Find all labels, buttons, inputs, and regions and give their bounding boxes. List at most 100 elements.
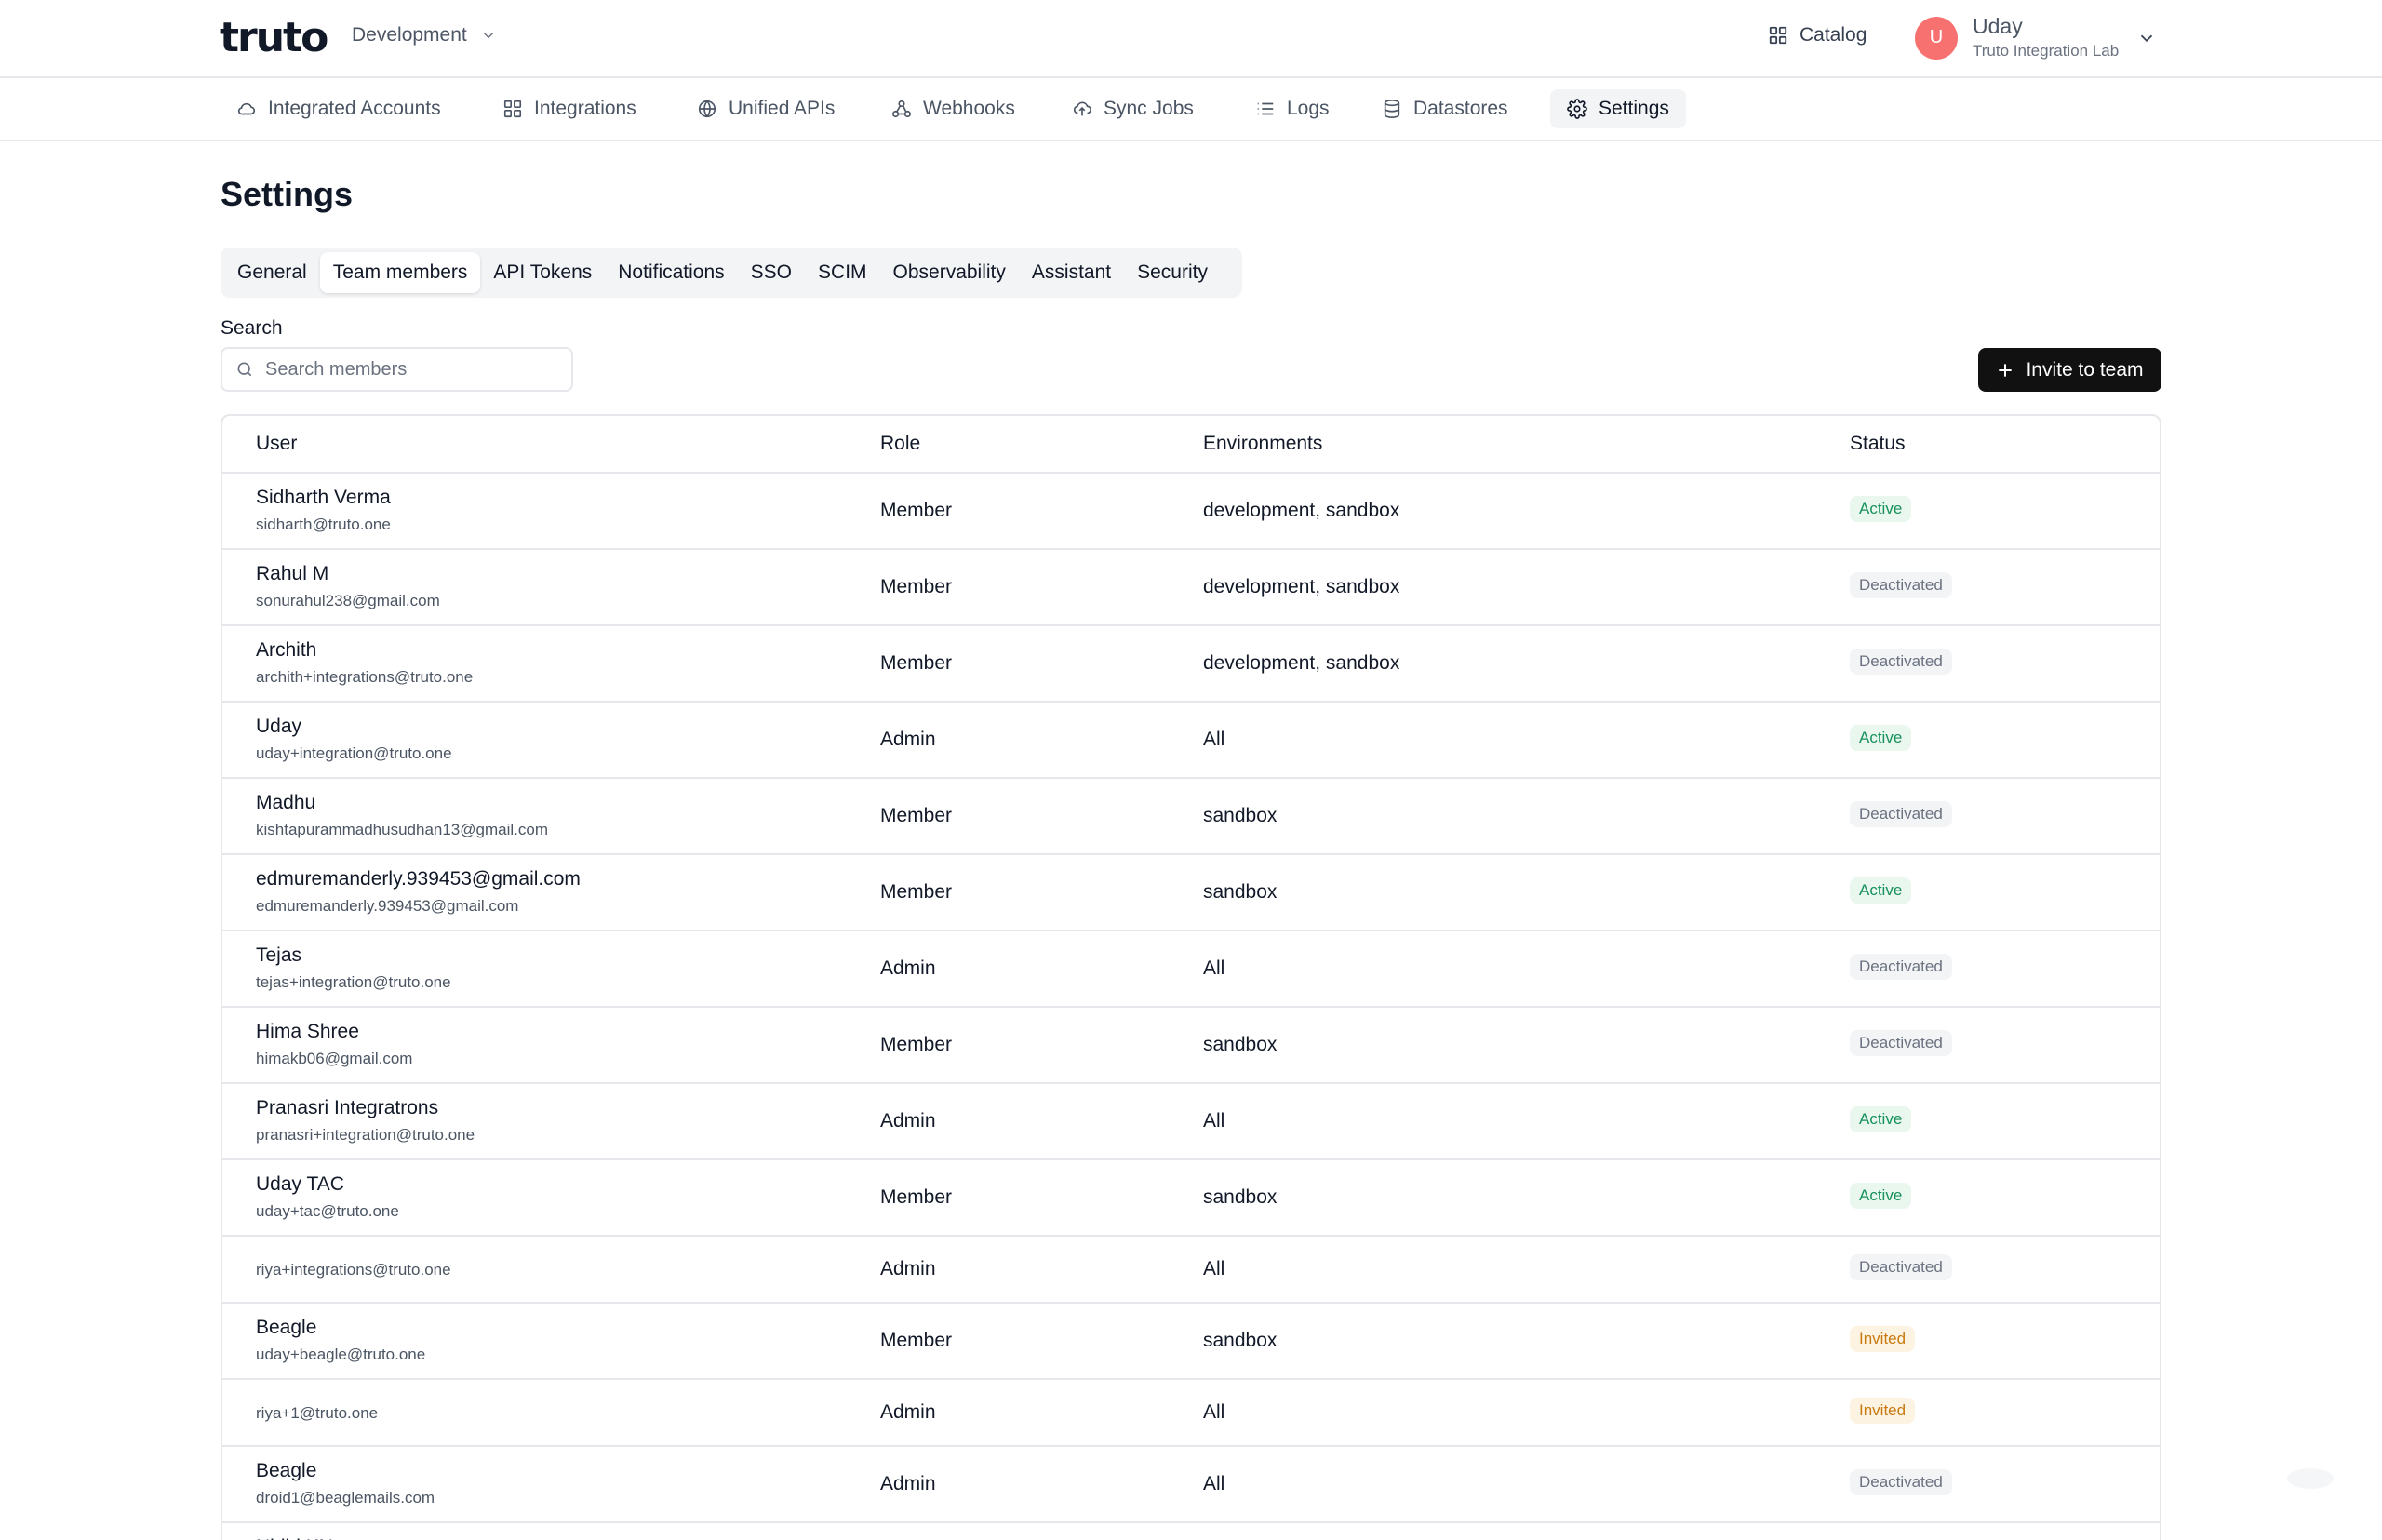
user-environments: sandbox [1203,881,1278,903]
user-role: Member [880,576,953,597]
user-role: Member [880,500,953,521]
nav-sync-jobs[interactable]: Sync Jobs [1055,89,1211,128]
tab-notifications[interactable]: Notifications [605,252,737,293]
status-cell: Active [1850,1106,1912,1132]
table-row[interactable]: edmuremanderly.939453@gmail.com edmureman… [222,855,2160,931]
tab-security[interactable]: Security [1124,252,1221,293]
user-role: Admin [880,1401,936,1423]
user-environments: sandbox [1203,1330,1278,1351]
search-input[interactable] [265,358,544,381]
nav-integrated-accounts[interactable]: Integrated Accounts [220,89,458,128]
table-row[interactable]: Archith archith+integrations@truto.one Mem… [222,626,2160,703]
user-environments: All [1203,1258,1225,1279]
table-row[interactable]: Rahul M sonurahul238@gmail.com Member devel… [222,550,2160,626]
user-email: kishtapurammadhusudhan13@gmail.com [256,821,548,838]
user-email: riya+integrations@truto.one [256,1261,451,1279]
user-role: Member [880,1034,953,1055]
user-email: uday+integration@truto.one [256,744,452,762]
user-email: pranasri+integration@truto.one [256,1126,475,1144]
nav-label: Logs [1287,98,1330,119]
nav-label: Webhooks [923,98,1015,119]
column-header-status[interactable]: Status [1850,433,1906,455]
status-badge: Active [1850,1106,1912,1132]
table-row[interactable]: riya+integrations@truto.one Admin All Deact… [222,1237,2160,1304]
table-row[interactable]: Madhu kishtapurammadhusudhan13@gmail.com M… [222,779,2160,855]
user-role: Admin [880,957,936,979]
table-row[interactable]: Tejas tejas+integration@truto.one Admin All… [222,931,2160,1008]
user-environments: development, sandbox [1203,652,1400,674]
chevron-down-icon[interactable] [2136,28,2157,48]
status-cell: Deactivated [1850,801,1952,827]
nav-datastores[interactable]: Datastores [1365,89,1525,128]
user-name: Uday [256,716,302,737]
top-header: truto Development Catalog U Uday Truto I… [0,0,2382,78]
user-environments: sandbox [1203,1034,1278,1055]
table-row[interactable]: Pranasri Integratrons pranasri+integratio… [222,1084,2160,1160]
user-environments: development, sandbox [1203,500,1400,521]
table-row[interactable]: Beagle droid1@beaglemails.com Admin All Deac… [222,1447,2160,1523]
status-cell: Active [1850,877,1912,904]
user-role: Member [880,805,953,826]
tab-team-members[interactable]: Team members [319,252,481,293]
nav-webhooks[interactable]: Webhooks [875,89,1032,128]
column-header-environments[interactable]: Environments [1203,433,1322,455]
tab-api-tokens[interactable]: API Tokens [480,252,605,293]
user-environments: All [1203,1110,1225,1132]
table-row[interactable]: Nidhi KNActive [222,1523,2160,1540]
user-name: Beagle [256,1317,317,1338]
status-cell: Deactivated [1850,1469,1952,1495]
nav-settings[interactable]: Settings [1550,89,1686,128]
table-row[interactable]: Hima Shree himakb06@gmail.com Member sandbo… [222,1008,2160,1084]
webhook-icon [892,100,911,118]
environment-select[interactable]: Development [352,24,497,47]
user-name: Uday [1973,14,2023,38]
table-row[interactable]: riya+1@truto.one Admin All Invited [222,1380,2160,1447]
user-menu[interactable]: U Uday Truto Integration Lab [1915,14,2119,60]
catalog-label: Catalog [1800,24,1867,46]
nav-integrations[interactable]: Integrations [486,89,653,128]
table-row[interactable]: Uday TAC uday+tac@truto.one Member sandbox A… [222,1160,2160,1237]
tab-scim[interactable]: SCIM [805,252,880,293]
gear-icon [1567,99,1587,119]
tab-observability[interactable]: Observability [880,252,1019,293]
nav-label: Settings [1599,98,1669,119]
status-badge: Active [1850,877,1912,904]
user-role: Member [880,1186,953,1208]
user-name: Archith [256,639,317,661]
nav-unified-apis[interactable]: Unified APIs [680,89,851,128]
page-title: Settings [221,175,354,213]
floating-widget[interactable] [2287,1468,2334,1489]
column-header-role[interactable]: Role [880,433,920,455]
table-row[interactable]: Uday uday+integration@truto.one Admin All Ac… [222,703,2160,779]
globe-icon [698,100,716,118]
user-email: himakb06@gmail.com [256,1050,413,1067]
table-row[interactable]: Beagle uday+beagle@truto.one Member sandbox… [222,1304,2160,1380]
user-environments: All [1203,729,1225,750]
tab-sso[interactable]: SSO [738,252,805,293]
status-cell: Invited [1850,1326,1916,1352]
main-nav: Integrated Accounts Integrations Unified… [0,78,2382,141]
tab-general[interactable]: General [224,252,320,293]
invite-label: Invite to team [2026,358,2144,381]
list-icon [1257,102,1274,115]
status-cell: Deactivated [1850,954,1952,980]
status-cell: Active [1850,496,1912,522]
status-badge: Deactivated [1850,1469,1952,1495]
nav-logs[interactable]: Logs [1238,89,1346,128]
avatar: U [1915,16,1958,60]
settings-tabs: General Team members API Tokens Notifica… [221,248,1242,298]
status-cell: Deactivated [1850,1030,1952,1056]
column-header-user[interactable]: User [256,433,297,455]
invite-to-team-button[interactable]: Invite to team [1978,348,2161,392]
user-name: edmuremanderly.939453@gmail.com [256,868,581,890]
nav-label: Unified APIs [729,98,836,119]
search-label: Search [221,317,283,339]
table-row[interactable]: Sidharth Verma sidharth@truto.one Member de… [222,474,2160,550]
user-name: Tejas [256,944,302,966]
user-name: Madhu [256,792,316,813]
status-badge: Invited [1850,1326,1916,1352]
tab-assistant[interactable]: Assistant [1019,252,1124,293]
truto-logo[interactable]: truto [220,17,328,60]
user-environments: development, sandbox [1203,576,1400,597]
catalog-button[interactable]: Catalog [1768,24,1867,47]
